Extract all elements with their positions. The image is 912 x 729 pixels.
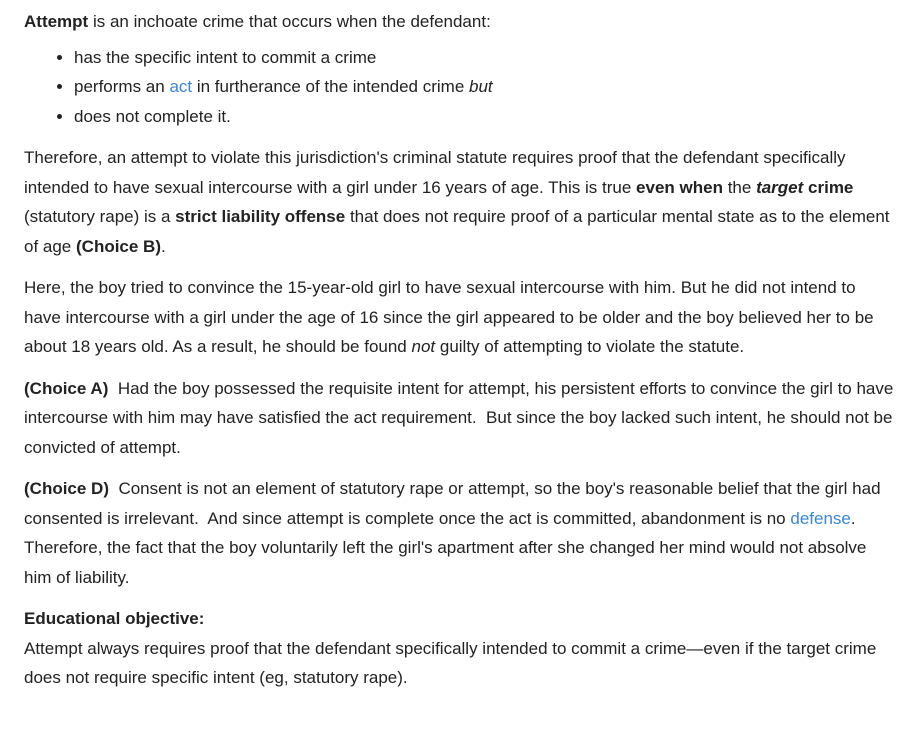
p2-italic-not: not [411, 337, 436, 356]
choice-d-text-1: Consent is not an element of statutory r… [24, 479, 886, 528]
list-item: has the specific intent to commit a crim… [74, 43, 896, 73]
act-link[interactable]: act [169, 77, 192, 96]
bullet-2-pre: performs an [74, 77, 170, 96]
paragraph-intent-requirement: Therefore, an attempt to violate this ju… [24, 143, 896, 261]
bullet-3-text: does not complete it. [74, 106, 231, 126]
paragraph-application: Here, the boy tried to convince the 15-y… [24, 273, 896, 362]
educational-objective-text: Attempt always requires proof that the d… [24, 638, 877, 688]
list-item: performs an act in furtherance of the in… [74, 72, 896, 102]
choice-d-label: (Choice D) [24, 479, 109, 498]
bullet-2-mid: in furtherance of the intended crime [192, 77, 470, 96]
p1-bold-italic-target: target [756, 177, 804, 197]
bullet-1-text: has the specific intent to commit a crim… [74, 47, 377, 67]
bullet-2-italic: but [469, 77, 493, 96]
p1-bold-strict-liability: strict liability offense [175, 207, 346, 226]
p1-bold-crime: crime [803, 177, 854, 197]
intro-text: is an inchoate crime that occurs when th… [88, 12, 491, 31]
choice-a-text: Had the boy possessed the requisite inte… [24, 378, 899, 457]
paragraph-choice-d: (Choice D) Consent is not an element of … [24, 474, 896, 592]
p1-text-5: . [161, 236, 166, 256]
p1-bold-even-when: even when [636, 177, 723, 197]
list-item: does not complete it. [74, 102, 896, 132]
educational-objective-title: Educational objective: [24, 609, 205, 628]
choice-a-label: (Choice A) [24, 378, 109, 398]
p1-text-2: the [722, 177, 757, 197]
intro-paragraph: Attempt is an inchoate crime that occurs… [24, 7, 896, 37]
paragraph-choice-a: (Choice A) Had the boy possessed the req… [24, 374, 896, 463]
defense-link[interactable]: defense [790, 509, 851, 528]
explanation-content: Attempt is an inchoate crime that occurs… [0, 0, 896, 693]
p1-choice-b-label: (Choice B) [76, 236, 161, 256]
intro-term: Attempt [24, 12, 89, 31]
p2-text-2: guilty of attempting to violate the stat… [435, 337, 745, 356]
p1-bold-target: target crime [756, 178, 853, 197]
p1-text-3: (statutory rape) is a [24, 207, 176, 226]
attempt-elements-list: has the specific intent to commit a crim… [24, 43, 896, 132]
